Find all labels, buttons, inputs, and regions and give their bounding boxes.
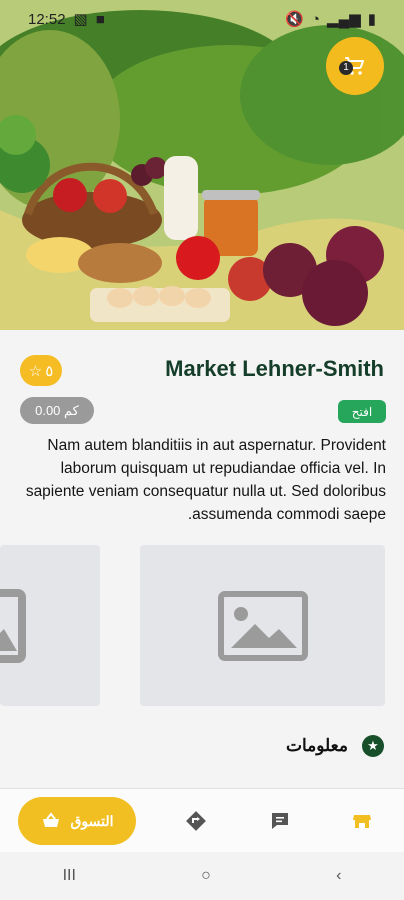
- store-icon[interactable]: [350, 809, 374, 833]
- chat-icon[interactable]: [268, 809, 292, 833]
- image-icon: [217, 590, 308, 661]
- basket-icon: [42, 812, 59, 827]
- image-icon: [0, 589, 26, 663]
- back-icon[interactable]: ‹: [336, 867, 341, 885]
- star-icon: ☆: [28, 362, 43, 380]
- status-bar: 12:52 ▧ ■ 🔇 ◔ ▂▄▆ ▮: [0, 0, 404, 38]
- battery-icon: ▮: [367, 11, 376, 28]
- cart-count-badge: 1: [339, 61, 353, 75]
- rating-badge: ☆ ٥: [20, 355, 62, 386]
- info-section-header: معلومات ★: [286, 735, 384, 757]
- rating-value: ٥: [45, 362, 54, 380]
- system-navigation-bar: III ○ ‹: [0, 852, 404, 900]
- cart-button[interactable]: 1: [326, 37, 384, 95]
- shop-label: التسوق: [70, 812, 114, 829]
- recent-apps-icon[interactable]: III: [63, 867, 76, 885]
- gallery-image-placeholder[interactable]: [0, 545, 100, 706]
- open-status-badge: افتح: [338, 400, 386, 423]
- directions-icon[interactable]: [184, 809, 208, 833]
- shop-button[interactable]: التسوق: [18, 797, 136, 845]
- signal-icon: ▂▄▆: [327, 11, 361, 28]
- home-icon[interactable]: ○: [201, 867, 211, 885]
- image-icon: ▧: [73, 11, 88, 28]
- app-icon: ■: [95, 10, 105, 28]
- store-description: Nam autem blanditiis in aut aspernatur. …: [25, 437, 386, 523]
- gallery-image-placeholder[interactable]: [140, 545, 385, 706]
- info-title: معلومات: [285, 736, 348, 755]
- status-time: 12:52: [28, 10, 66, 28]
- store-title: Market Lehner-Smith: [165, 356, 384, 381]
- mute-icon: 🔇: [285, 11, 304, 28]
- wifi-icon: ◔: [310, 10, 321, 28]
- star-icon: ★: [362, 735, 384, 757]
- bottom-navigation: التسوق: [0, 788, 404, 852]
- distance-badge: 0.00 كم: [20, 397, 94, 424]
